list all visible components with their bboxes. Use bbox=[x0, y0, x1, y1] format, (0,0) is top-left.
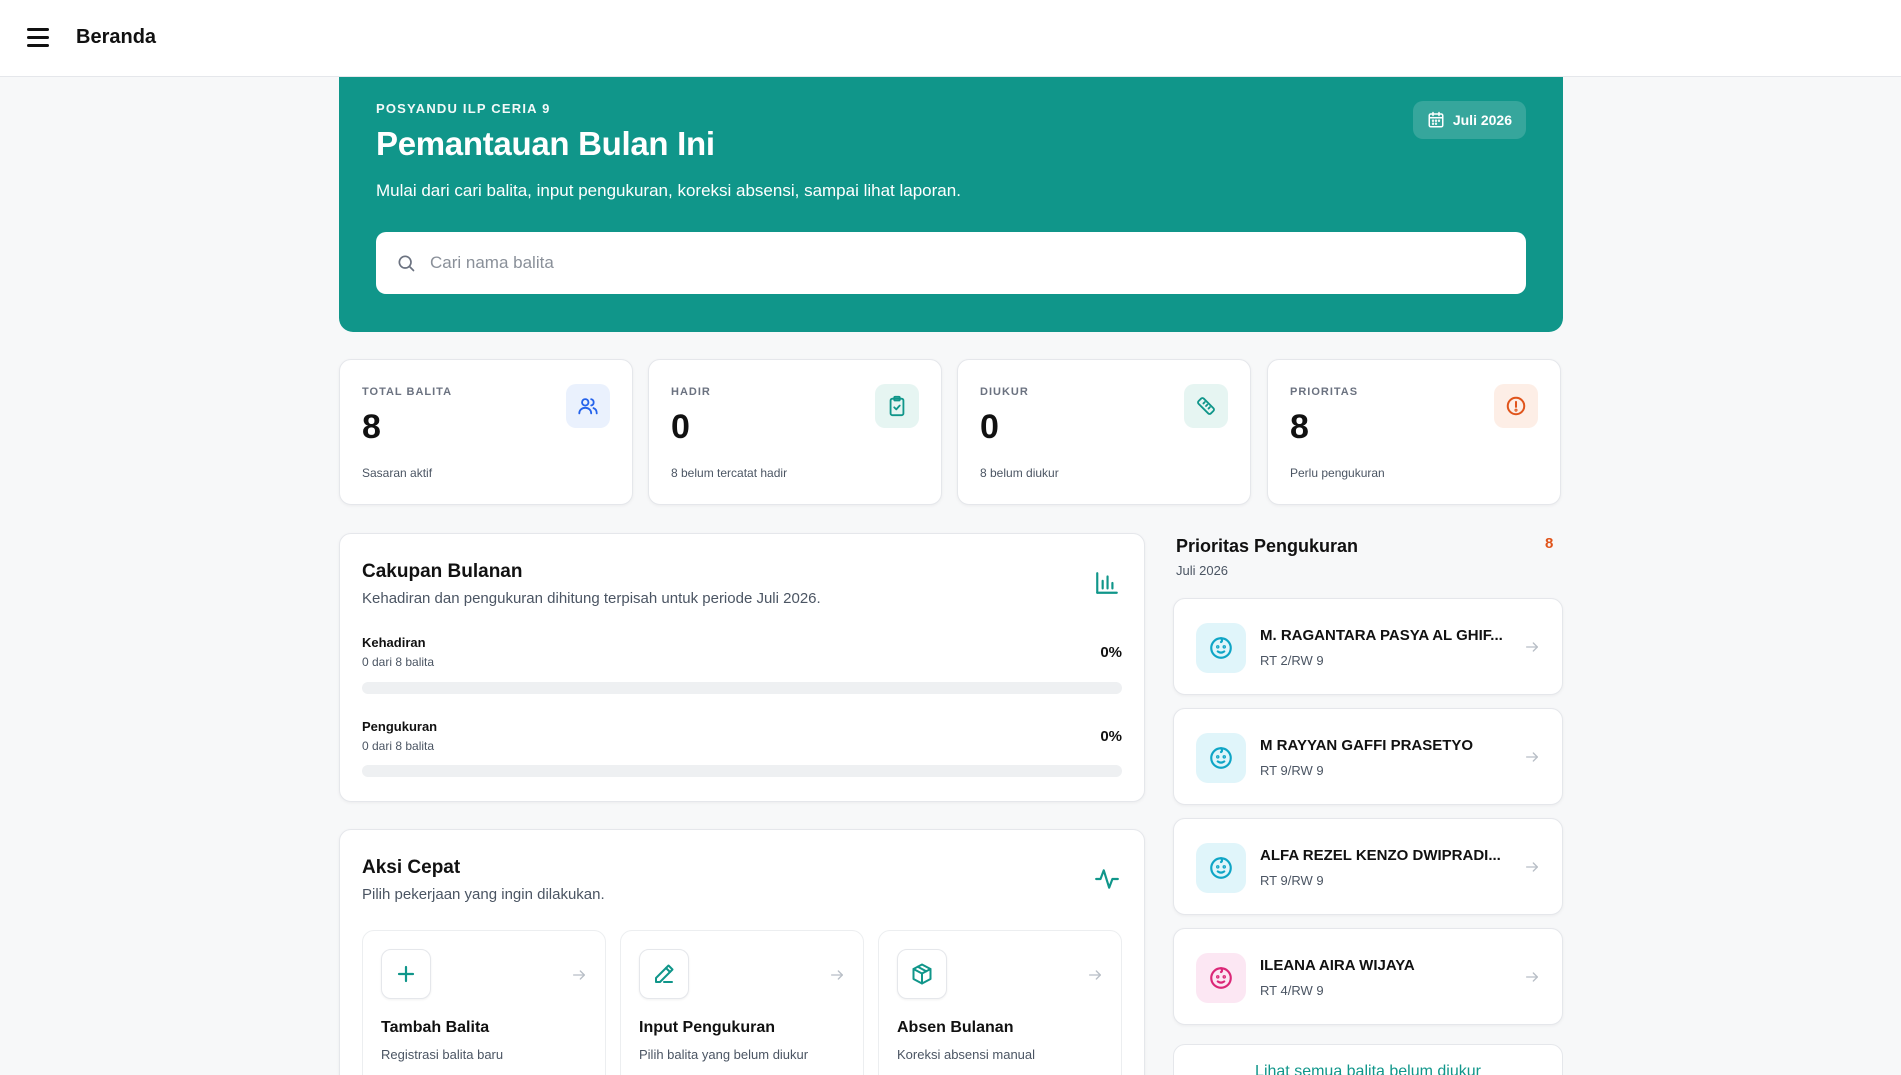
coverage-subtitle: Kehadiran dan pengukuran dihitung terpis… bbox=[362, 590, 821, 607]
month-label: Juli 2026 bbox=[1452, 112, 1512, 128]
hero-banner: POSYANDU ILP CERIA 9 Pemantauan Bulan In… bbox=[339, 77, 1563, 332]
stat-label: DIUKUR bbox=[980, 386, 1029, 398]
month-selector[interactable]: Juli 2026 bbox=[1412, 101, 1526, 139]
top-bar: Beranda bbox=[0, 0, 1901, 77]
hamburger-menu-icon[interactable] bbox=[27, 28, 49, 48]
plus-icon bbox=[381, 949, 431, 999]
priority-item[interactable]: ALFA REZEL KENZO DWIPRADI... RT 9/RW 9 bbox=[1173, 818, 1563, 915]
stat-card-hadir: HADIR 0 8 belum tercatat hadir bbox=[648, 359, 942, 505]
stat-note: Perlu pengukuran bbox=[1290, 466, 1385, 480]
clipboard-check-icon bbox=[875, 384, 919, 428]
absen-bulanan-button[interactable]: Absen Bulanan Koreksi absensi manual bbox=[878, 930, 1122, 1075]
alert-circle-icon bbox=[1494, 384, 1538, 428]
metric-percent: 0% bbox=[1100, 644, 1122, 661]
pencil-icon bbox=[639, 949, 689, 999]
calendar-icon bbox=[1428, 111, 1444, 128]
arrow-right-icon bbox=[573, 970, 585, 980]
search-bar[interactable] bbox=[376, 232, 1526, 294]
child-location: RT 2/RW 9 bbox=[1260, 653, 1324, 668]
priority-count-badge: 8 bbox=[1545, 535, 1554, 552]
action-subtitle: Pilih balita yang belum diukur bbox=[639, 1047, 809, 1062]
action-subtitle: Registrasi balita baru bbox=[381, 1047, 504, 1062]
priority-item[interactable]: M. RAGANTARA PASYA AL GHIF... RT 2/RW 9 bbox=[1173, 598, 1563, 695]
quick-actions-card: Aksi Cepat Pilih pekerjaan yang ingin di… bbox=[339, 829, 1145, 1075]
users-icon bbox=[566, 384, 610, 428]
baby-face-icon bbox=[1196, 953, 1246, 1003]
child-name: M RAYYAN GAFFI PRASETYO bbox=[1260, 737, 1474, 754]
action-subtitle: Koreksi absensi manual bbox=[897, 1047, 1036, 1062]
child-name: ILEANA AIRA WIJAYA bbox=[1260, 957, 1415, 974]
posyandu-name: POSYANDU ILP CERIA 9 bbox=[376, 101, 551, 116]
kehadiran-progress-bar bbox=[362, 682, 1122, 694]
activity-icon bbox=[1095, 869, 1119, 889]
arrow-right-icon bbox=[1526, 972, 1538, 982]
metric-count: 0 dari 8 balita bbox=[362, 739, 435, 753]
metric-name: Kehadiran bbox=[362, 635, 426, 650]
child-name: ALFA REZEL KENZO DWIPRADI... bbox=[1260, 847, 1501, 864]
stat-value: 8 bbox=[362, 408, 381, 446]
baby-face-icon bbox=[1196, 843, 1246, 893]
arrow-right-icon bbox=[1526, 752, 1538, 762]
baby-face-icon bbox=[1196, 733, 1246, 783]
stat-card-total-balita: TOTAL BALITA 8 Sasaran aktif bbox=[339, 359, 633, 505]
coverage-title: Cakupan Bulanan bbox=[362, 561, 523, 582]
search-input[interactable] bbox=[430, 253, 1510, 273]
package-icon bbox=[897, 949, 947, 999]
stat-label: PRIORITAS bbox=[1290, 386, 1359, 398]
child-location: RT 9/RW 9 bbox=[1260, 873, 1324, 888]
view-all-unmeasured-link[interactable]: Lihat semua balita belum diukur bbox=[1173, 1044, 1563, 1075]
stat-card-prioritas: PRIORITAS 8 Perlu pengukuran bbox=[1267, 359, 1561, 505]
action-title: Input Pengukuran bbox=[639, 1019, 775, 1036]
coverage-card: Cakupan Bulanan Kehadiran dan pengukuran… bbox=[339, 533, 1145, 802]
page-title: Beranda bbox=[76, 26, 157, 48]
search-icon bbox=[398, 255, 415, 272]
ruler-icon bbox=[1184, 384, 1228, 428]
priority-item[interactable]: ILEANA AIRA WIJAYA RT 4/RW 9 bbox=[1173, 928, 1563, 1025]
action-title: Absen Bulanan bbox=[897, 1019, 1014, 1036]
stat-label: TOTAL BALITA bbox=[362, 386, 453, 398]
child-location: RT 9/RW 9 bbox=[1260, 763, 1324, 778]
priority-month: Juli 2026 bbox=[1176, 563, 1229, 578]
priority-item[interactable]: M RAYYAN GAFFI PRASETYO RT 9/RW 9 bbox=[1173, 708, 1563, 805]
stat-value: 8 bbox=[1290, 408, 1309, 446]
priority-title: Prioritas Pengukuran bbox=[1176, 536, 1359, 556]
stat-label: HADIR bbox=[671, 386, 711, 398]
child-location: RT 4/RW 9 bbox=[1260, 983, 1324, 998]
metric-count: 0 dari 8 balita bbox=[362, 655, 435, 669]
quick-actions-title: Aksi Cepat bbox=[362, 857, 461, 878]
stat-value: 0 bbox=[671, 408, 690, 446]
arrow-right-icon bbox=[1089, 970, 1101, 980]
stat-note: 8 belum diukur bbox=[980, 466, 1059, 480]
metric-percent: 0% bbox=[1100, 728, 1122, 745]
tambah-balita-button[interactable]: Tambah Balita Registrasi balita baru bbox=[362, 930, 606, 1075]
stat-note: 8 belum tercatat hadir bbox=[671, 466, 788, 480]
arrow-right-icon bbox=[1526, 862, 1538, 872]
baby-face-icon bbox=[1196, 623, 1246, 673]
pengukuran-progress-bar bbox=[362, 765, 1122, 777]
arrow-right-icon bbox=[831, 970, 843, 980]
stat-value: 0 bbox=[980, 408, 999, 446]
action-title: Tambah Balita bbox=[381, 1019, 490, 1036]
hero-subtitle: Mulai dari cari balita, input pengukuran… bbox=[376, 181, 961, 200]
bar-chart-icon bbox=[1096, 572, 1118, 594]
hero-title: Pemantauan Bulan Ini bbox=[376, 125, 715, 162]
stat-card-diukur: DIUKUR 0 8 belum diukur bbox=[957, 359, 1251, 505]
quick-actions-subtitle: Pilih pekerjaan yang ingin dilakukan. bbox=[362, 886, 605, 903]
metric-name: Pengukuran bbox=[362, 719, 438, 734]
stat-note: Sasaran aktif bbox=[362, 466, 433, 480]
input-pengukuran-button[interactable]: Input Pengukuran Pilih balita yang belum… bbox=[620, 930, 864, 1075]
child-name: M. RAGANTARA PASYA AL GHIF... bbox=[1260, 627, 1503, 644]
arrow-right-icon bbox=[1526, 642, 1538, 652]
